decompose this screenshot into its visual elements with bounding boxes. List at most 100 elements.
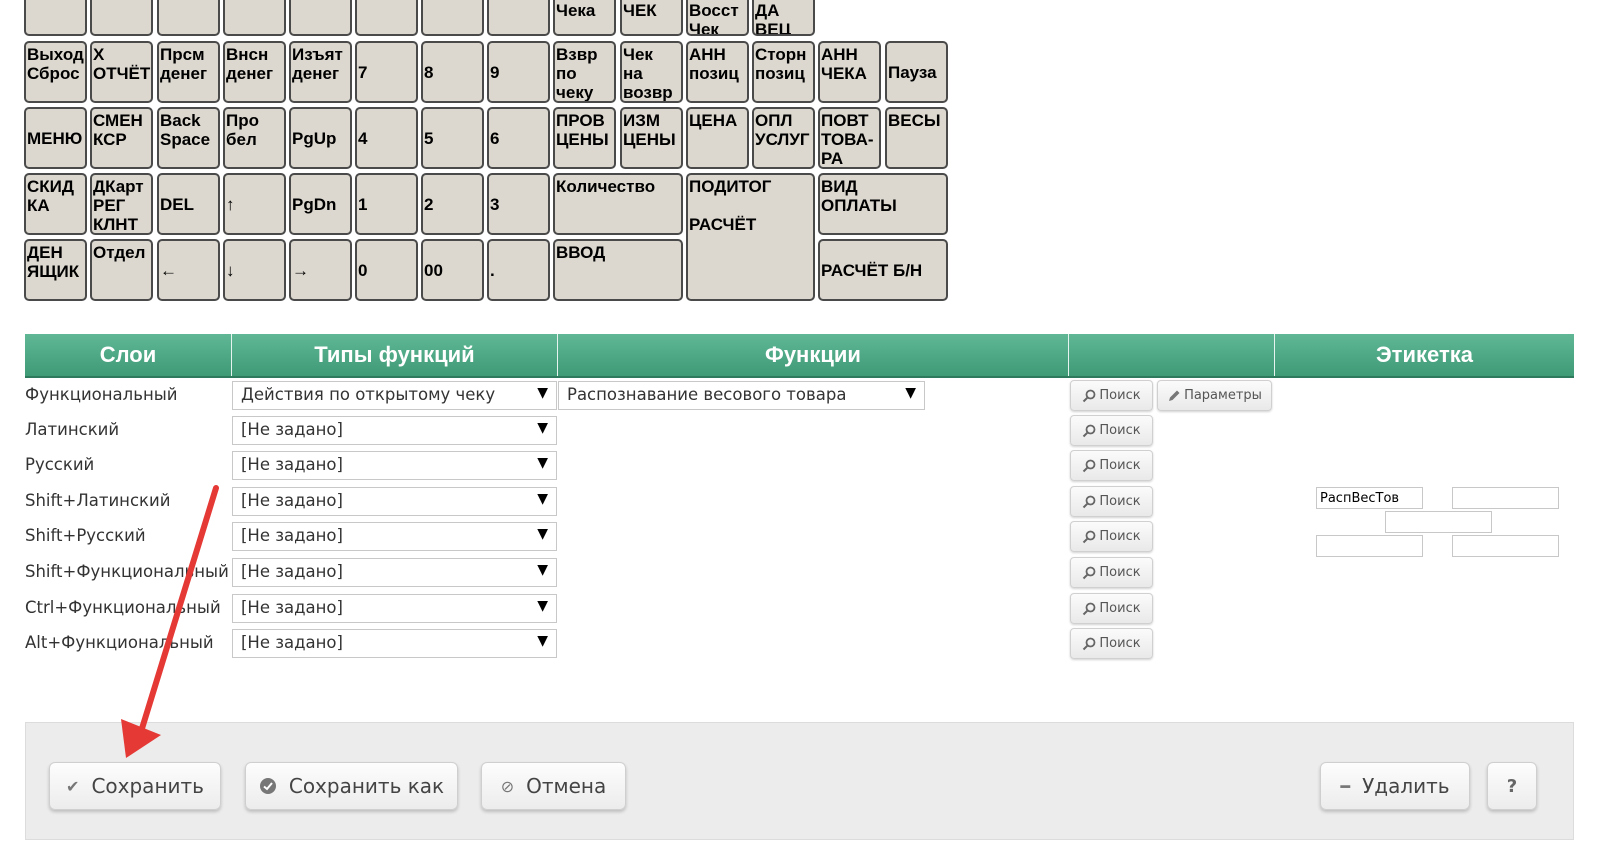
- keyboard-key[interactable]: РАСЧЁТ Б/Н: [818, 239, 948, 301]
- keyboard-key[interactable]: Отдел: [90, 239, 153, 301]
- keyboard-key[interactable]: Выход Сброс: [24, 41, 87, 103]
- keyboard-key[interactable]: PgDn: [289, 173, 352, 235]
- keyboard-key[interactable]: Чека: [553, 0, 616, 36]
- keyboard-key[interactable]: Изъят денег: [289, 41, 352, 103]
- function-type-select[interactable]: [Не задано] ▼: [232, 416, 557, 445]
- search-button-label: Поиск: [1099, 636, 1141, 651]
- label-field-top-right[interactable]: [1452, 487, 1559, 509]
- keyboard-key[interactable]: СМЕН КСР: [90, 107, 153, 169]
- keyboard-key[interactable]: ↑: [223, 173, 286, 235]
- keyboard-key[interactable]: [355, 0, 418, 36]
- keyboard-key[interactable]: ДЕН ЯЩИК: [24, 239, 87, 301]
- delete-button[interactable]: ━ Удалить: [1320, 762, 1470, 810]
- keyboard-key[interactable]: [487, 0, 550, 36]
- search-button[interactable]: Поиск: [1070, 450, 1153, 481]
- search-button[interactable]: Поиск: [1070, 628, 1153, 659]
- keyboard-key[interactable]: ОПЛ УСЛУГ: [752, 107, 815, 169]
- keyboard-key[interactable]: [421, 0, 484, 36]
- keyboard-key[interactable]: Взвр по чеку: [553, 41, 616, 103]
- keyboard-key[interactable]: .: [487, 239, 550, 301]
- keyboard-key[interactable]: 5: [421, 107, 484, 169]
- keyboard-key[interactable]: Про бел: [223, 107, 286, 169]
- function-type-select[interactable]: [Не задано] ▼: [232, 558, 557, 587]
- search-button-label: Поиск: [1099, 601, 1141, 616]
- keyboard-key[interactable]: АНН ЧЕКА: [818, 41, 881, 103]
- keyboard-key[interactable]: ДА ВЕЦ: [752, 0, 815, 36]
- label-field-top-left[interactable]: [1316, 487, 1423, 509]
- function-type-value: [Не задано]: [241, 491, 343, 510]
- save-button[interactable]: ✔ Сохранить: [49, 762, 221, 810]
- keyboard-key[interactable]: Пауза: [885, 41, 948, 103]
- keyboard-key[interactable]: СКИД КА: [24, 173, 87, 235]
- keyboard-key[interactable]: АНН позиц: [686, 41, 749, 103]
- keyboard-key[interactable]: [24, 0, 87, 36]
- label-field-bottom-left[interactable]: [1316, 535, 1423, 557]
- keyboard-key[interactable]: ←: [157, 239, 220, 301]
- keyboard-key[interactable]: ДКарт РЕГ КЛНТ: [90, 173, 153, 235]
- search-button[interactable]: Поиск: [1070, 415, 1153, 446]
- keyboard-key[interactable]: DEL: [157, 173, 220, 235]
- keyboard-key[interactable]: 0: [355, 239, 418, 301]
- keyboard-key[interactable]: ВЕСЫ: [885, 107, 948, 169]
- function-type-select[interactable]: [Не задано] ▼: [232, 629, 557, 658]
- keyboard-key[interactable]: ПОДИТОГ РАСЧЁТ: [686, 173, 815, 301]
- function-type-select[interactable]: [Не задано] ▼: [232, 594, 557, 623]
- search-button[interactable]: Поиск: [1070, 557, 1153, 588]
- keyboard-key[interactable]: 3: [487, 173, 550, 235]
- keyboard-key[interactable]: 4: [355, 107, 418, 169]
- function-type-select[interactable]: [Не задано] ▼: [232, 522, 557, 551]
- function-type-select[interactable]: [Не задано] ▼: [232, 451, 557, 480]
- search-button[interactable]: Поиск: [1070, 380, 1153, 411]
- keyboard-key[interactable]: Прсм денег: [157, 41, 220, 103]
- keyboard-key[interactable]: Восст Чек: [686, 0, 749, 36]
- keyboard-key[interactable]: 8: [421, 41, 484, 103]
- keyboard-key[interactable]: ВИД ОПЛАТЫ: [818, 173, 948, 235]
- keyboard-key[interactable]: [90, 0, 153, 36]
- keyboard-key[interactable]: [157, 0, 220, 36]
- layer-name: Alt+Функциональный: [25, 633, 214, 652]
- keyboard-key[interactable]: МЕНЮ: [24, 107, 87, 169]
- function-type-value: [Не задано]: [241, 455, 343, 474]
- keyboard-key[interactable]: [223, 0, 286, 36]
- keyboard-key[interactable]: Внсн денег: [223, 41, 286, 103]
- keyboard-key[interactable]: 2: [421, 173, 484, 235]
- dropdown-arrow-icon: ▼: [537, 526, 548, 542]
- keyboard-key[interactable]: 6: [487, 107, 550, 169]
- keyboard-key[interactable]: ИЗМ ЦЕНЫ: [620, 107, 683, 169]
- keyboard-key[interactable]: Количество: [553, 173, 683, 235]
- cancel-button[interactable]: ⊘ Отмена: [481, 762, 626, 810]
- keyboard-key[interactable]: PgUp: [289, 107, 352, 169]
- keyboard-key[interactable]: X ОТЧЁТ: [90, 41, 153, 103]
- label-field-middle[interactable]: [1385, 511, 1492, 533]
- keyboard-key[interactable]: Чек на возвр: [620, 41, 683, 103]
- search-button[interactable]: Поиск: [1070, 486, 1153, 517]
- save-as-button[interactable]: Сохранить как: [245, 762, 458, 810]
- magnifier-icon: [1083, 530, 1096, 543]
- header-layers: Слои: [99, 342, 157, 367]
- keyboard-key[interactable]: →: [289, 239, 352, 301]
- keyboard-key[interactable]: 9: [487, 41, 550, 103]
- keyboard-key[interactable]: ЧЕК: [620, 0, 683, 36]
- function-type-select[interactable]: Действия по открытому чеку ▼: [232, 381, 557, 410]
- keyboard-key[interactable]: ЦЕНА: [686, 107, 749, 169]
- search-button[interactable]: Поиск: [1070, 593, 1153, 624]
- search-button[interactable]: Поиск: [1070, 521, 1153, 552]
- keyboard-key[interactable]: ПОВТ ТОВА- РА: [818, 107, 881, 169]
- keyboard-key[interactable]: Back Space: [157, 107, 220, 169]
- keyboard-key[interactable]: Сторн позиц: [752, 41, 815, 103]
- keyboard-key[interactable]: 1: [355, 173, 418, 235]
- keyboard-key[interactable]: 7: [355, 41, 418, 103]
- keyboard-key[interactable]: 00: [421, 239, 484, 301]
- keyboard-key[interactable]: ↓: [223, 239, 286, 301]
- dropdown-arrow-icon: ▼: [537, 455, 548, 471]
- dropdown-arrow-icon: ▼: [537, 598, 548, 614]
- function-select[interactable]: Распознавание весового товара ▼: [558, 381, 925, 410]
- keyboard-key[interactable]: [289, 0, 352, 36]
- magnifier-icon: [1083, 495, 1096, 508]
- keyboard-key[interactable]: ПРОВ ЦЕНЫ: [553, 107, 616, 169]
- function-type-select[interactable]: [Не задано] ▼: [232, 487, 557, 516]
- params-button[interactable]: Параметры: [1157, 380, 1272, 411]
- keyboard-key[interactable]: ВВОД: [553, 239, 683, 301]
- help-button[interactable]: ?: [1487, 762, 1537, 810]
- label-field-bottom-right[interactable]: [1452, 535, 1559, 557]
